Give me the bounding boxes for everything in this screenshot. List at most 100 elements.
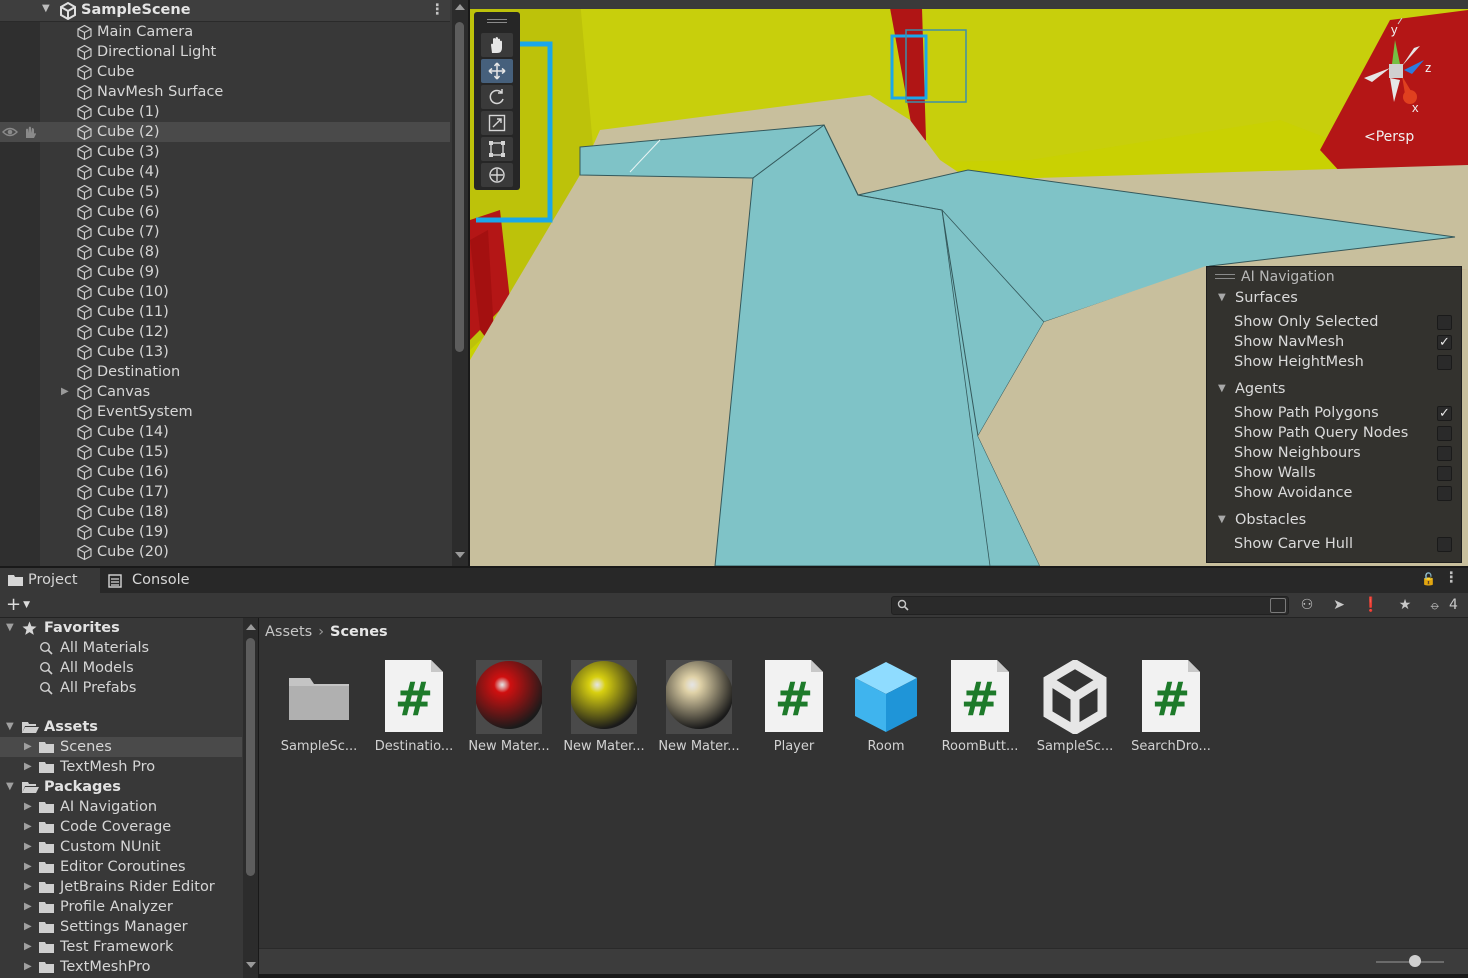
chevron-right-icon[interactable]: ▶	[24, 877, 32, 897]
asset-item[interactable]: New Mater...	[558, 656, 650, 758]
chevron-right-icon[interactable]: ▶	[24, 837, 32, 857]
hierarchy-item[interactable]: Cube (16)	[0, 462, 450, 482]
hierarchy-item[interactable]: Cube (19)	[0, 522, 450, 542]
overlay-title-bar[interactable]: AI Navigation	[1207, 267, 1461, 287]
hierarchy-item[interactable]: Cube (20)	[0, 542, 450, 562]
checkbox[interactable]	[1437, 446, 1452, 461]
breadcrumb-current[interactable]: Scenes	[330, 624, 388, 640]
tree-package-item[interactable]: ▶ Code Coverage	[0, 817, 242, 837]
scroll-up-icon[interactable]	[246, 624, 256, 630]
hierarchy-item[interactable]: Cube (12)	[0, 322, 450, 342]
tree-folder-item[interactable]: ▶ Scenes	[0, 737, 242, 757]
tree-package-item[interactable]: ▶ TextMeshPro	[0, 957, 242, 977]
hierarchy-item[interactable]: Cube (15)	[0, 442, 450, 462]
overlay-toggle-row[interactable]: Show Only Selected	[1207, 312, 1461, 332]
scene-view[interactable]: y z x <Persp AI Navigation ▼ Surfaces Show…	[470, 0, 1468, 566]
overlay-toggle-row[interactable]: Show HeightMesh	[1207, 352, 1461, 372]
kebab-icon[interactable]: ⋮	[1444, 570, 1459, 586]
hierarchy-item[interactable]: Cube (5)	[0, 182, 450, 202]
warning-filter-icon[interactable]: ❗	[1360, 595, 1382, 615]
overlay-toggle-row[interactable]: Show Avoidance	[1207, 483, 1461, 503]
hierarchy-item[interactable]: Cube (6)	[0, 202, 450, 222]
chevron-right-icon[interactable]: ▶	[24, 737, 32, 757]
checkbox[interactable]	[1437, 466, 1452, 481]
scroll-thumb[interactable]	[246, 638, 255, 876]
checkbox[interactable]	[1437, 315, 1452, 330]
hierarchy-item[interactable]: Cube (1)	[0, 102, 450, 122]
hierarchy-item[interactable]: Cube (3)	[0, 142, 450, 162]
scroll-down-icon[interactable]	[455, 552, 465, 558]
breadcrumb-root[interactable]: Assets	[265, 624, 312, 640]
checkbox[interactable]	[1437, 426, 1452, 441]
overlay-toggle-row[interactable]: Show Path Polygons ✓	[1207, 403, 1461, 423]
hierarchy-item[interactable]: Directional Light	[0, 42, 450, 62]
tree-favorite-item[interactable]: All Prefabs	[0, 678, 242, 698]
chevron-down-icon[interactable]: ▼	[1218, 510, 1226, 530]
chevron-right-icon[interactable]: ▶	[24, 917, 32, 937]
chevron-right-icon[interactable]: ▶	[24, 797, 32, 817]
chevron-right-icon[interactable]: ▶	[61, 382, 69, 402]
asset-item[interactable]: # Player	[748, 658, 840, 758]
hierarchy-item[interactable]: Main Camera	[0, 22, 450, 42]
asset-item[interactable]: New Mater...	[653, 656, 745, 758]
checkbox[interactable]	[1437, 537, 1452, 552]
hierarchy-item[interactable]: NavMesh Surface	[0, 82, 450, 102]
hand-tool-button[interactable]	[481, 33, 513, 57]
scale-tool-button[interactable]	[481, 111, 513, 135]
create-button[interactable]: + ▼	[6, 595, 42, 615]
rotate-tool-button[interactable]	[481, 85, 513, 109]
hierarchy-item[interactable]: Cube (11)	[0, 302, 450, 322]
tree-folder-item[interactable]: ▶ TextMesh Pro	[0, 757, 242, 777]
scroll-thumb[interactable]	[455, 22, 464, 352]
hierarchy-item[interactable]: Destination	[0, 362, 450, 382]
tree-package-item[interactable]: ▶ Test Framework	[0, 937, 242, 957]
asset-item[interactable]: SampleSc...	[273, 658, 365, 758]
zoom-slider-handle[interactable]	[1409, 955, 1421, 967]
chevron-down-icon[interactable]: ▼	[6, 618, 14, 638]
chevron-right-icon[interactable]: ▶	[24, 757, 32, 777]
checkbox[interactable]	[1437, 355, 1452, 370]
overlay-toggle-row[interactable]: Show Neighbours	[1207, 443, 1461, 463]
star-icon[interactable]: ★	[1394, 595, 1416, 615]
chevron-down-icon[interactable]: ▼	[6, 717, 14, 737]
hierarchy-item[interactable]: Cube (4)	[0, 162, 450, 182]
search-scope-icon[interactable]: ⚇	[1296, 595, 1318, 615]
scroll-up-icon[interactable]	[455, 4, 465, 10]
hierarchy-item[interactable]: Cube (10)	[0, 282, 450, 302]
hierarchy-item[interactable]: Cube (8)	[0, 242, 450, 262]
hierarchy-item[interactable]: Cube (7)	[0, 222, 450, 242]
tree-package-item[interactable]: ▶ Custom NUnit	[0, 837, 242, 857]
hierarchy-item[interactable]: Cube (13)	[0, 342, 450, 362]
asset-item[interactable]: # RoomButt...	[934, 658, 1026, 758]
checkbox[interactable]	[1437, 486, 1452, 501]
overlay-section-surfaces[interactable]: ▼ Surfaces	[1207, 288, 1461, 308]
chevron-right-icon[interactable]: ▶	[24, 857, 32, 877]
scene-header[interactable]: ▼ SampleScene ⋮	[0, 0, 450, 22]
asset-item[interactable]: SampleSc...	[1029, 658, 1121, 758]
checkbox[interactable]: ✓	[1437, 335, 1452, 350]
chevron-right-icon[interactable]: ▶	[24, 937, 32, 957]
chevron-down-icon[interactable]: ▼	[42, 3, 50, 14]
tab-console[interactable]: Console	[100, 568, 200, 593]
projection-toggle[interactable]: <Persp	[1364, 129, 1414, 145]
tree-assets[interactable]: ▼ Assets	[0, 717, 242, 737]
label-icon[interactable]: ➤	[1328, 595, 1350, 615]
overlay-toggle-row[interactable]: Show NavMesh ✓	[1207, 332, 1461, 352]
lock-icon[interactable]: 🔓	[1421, 572, 1436, 586]
drag-handle[interactable]	[487, 19, 507, 23]
hierarchy-item[interactable]: Cube (14)	[0, 422, 450, 442]
tree-favorite-item[interactable]: All Materials	[0, 638, 242, 658]
search-input[interactable]	[912, 598, 1242, 613]
overlay-toggle-row[interactable]: Show Walls	[1207, 463, 1461, 483]
hierarchy-item[interactable]: ▶ Canvas	[0, 382, 450, 402]
tree-package-item[interactable]: ▶ Editor Coroutines	[0, 857, 242, 877]
checkbox[interactable]: ✓	[1437, 406, 1452, 421]
tree-favorite-item[interactable]: All Models	[0, 658, 242, 678]
overlay-section-obstacles[interactable]: ▼ Obstacles	[1207, 510, 1461, 530]
hierarchy-scrollbar[interactable]	[452, 0, 468, 566]
eye-icon[interactable]	[2, 124, 40, 140]
drag-handle[interactable]	[1215, 274, 1235, 279]
overlay-toggle-row[interactable]: Show Path Query Nodes	[1207, 423, 1461, 443]
hidden-packages-icon[interactable]: ⦵	[1424, 595, 1446, 615]
hierarchy-item[interactable]: Cube (17)	[0, 482, 450, 502]
